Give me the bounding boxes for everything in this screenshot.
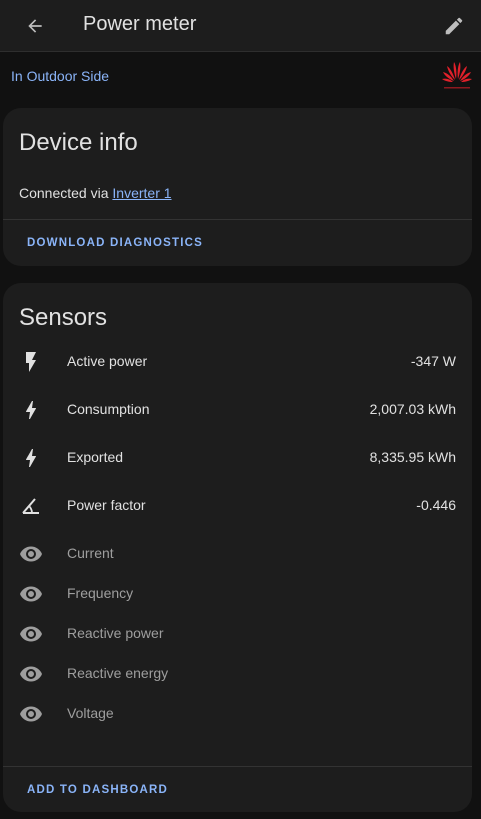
sensor-row-frequency[interactable]: Frequency	[3, 574, 472, 614]
sensor-row-power-factor[interactable]: Power factor -0.446	[3, 486, 472, 526]
arrow-left-icon	[28, 19, 42, 33]
eye-icon	[20, 626, 42, 642]
edit-button[interactable]	[437, 10, 471, 42]
add-to-dashboard-button[interactable]: ADD TO DASHBOARD	[27, 784, 168, 796]
eye-icon	[20, 666, 42, 682]
sensor-name: Active power	[67, 353, 148, 369]
divider	[3, 766, 472, 767]
area-link[interactable]: In Outdoor Side	[11, 68, 109, 84]
sensor-name: Exported	[67, 449, 124, 465]
sensor-value: -0.446	[416, 497, 456, 513]
sensor-name: Reactive energy	[67, 665, 169, 681]
sensor-row-consumption[interactable]: Consumption 2,007.03 kWh	[3, 390, 472, 430]
sensor-row-voltage[interactable]: Voltage	[3, 694, 472, 734]
eye-icon	[20, 546, 42, 562]
connected-via-label: Connected via	[19, 185, 113, 201]
device-info-card: Device info Connected via Inverter 1 DOW…	[3, 108, 472, 266]
sensors-title: Sensors	[19, 304, 108, 331]
sensor-name: Consumption	[67, 401, 150, 417]
sensor-name: Frequency	[67, 585, 134, 601]
pencil-icon	[445, 17, 463, 35]
page-title: Power meter	[83, 13, 197, 35]
app-header: Power meter	[0, 0, 481, 52]
huawei-logo	[442, 62, 472, 89]
connected-via-text: Connected via Inverter 1	[19, 185, 172, 201]
sensor-name: Voltage	[67, 705, 114, 721]
sensor-row-reactive-energy[interactable]: Reactive energy	[3, 654, 472, 694]
angle-acute-icon	[22, 498, 39, 514]
divider	[3, 219, 472, 220]
device-info-title: Device info	[19, 129, 138, 156]
inverter-link[interactable]: Inverter 1	[112, 185, 171, 201]
lightning-bolt-filled-icon	[26, 352, 36, 372]
sensor-value: -347 W	[410, 353, 456, 369]
download-diagnostics-button[interactable]: DOWNLOAD DIAGNOSTICS	[27, 237, 203, 249]
sensor-value: 8,335.95 kWh	[369, 449, 456, 465]
back-button[interactable]	[18, 10, 52, 42]
sensor-row-active-power[interactable]: Active power -347 W	[3, 342, 472, 382]
lightning-bolt-icon	[26, 449, 37, 467]
eye-icon	[20, 706, 42, 722]
sensor-row-reactive-power[interactable]: Reactive power	[3, 614, 472, 654]
lightning-bolt-icon	[26, 401, 37, 419]
sensor-name: Current	[67, 545, 114, 561]
eye-icon	[20, 586, 42, 602]
sensors-card: Sensors Active power -347 W Consumption …	[3, 283, 472, 812]
area-row: In Outdoor Side	[0, 53, 481, 101]
sensor-row-exported[interactable]: Exported 8,335.95 kWh	[3, 438, 472, 478]
sensor-value: 2,007.03 kWh	[369, 401, 456, 417]
sensor-row-current[interactable]: Current	[3, 534, 472, 574]
sensor-name: Reactive power	[67, 625, 164, 641]
sensor-name: Power factor	[67, 497, 146, 513]
